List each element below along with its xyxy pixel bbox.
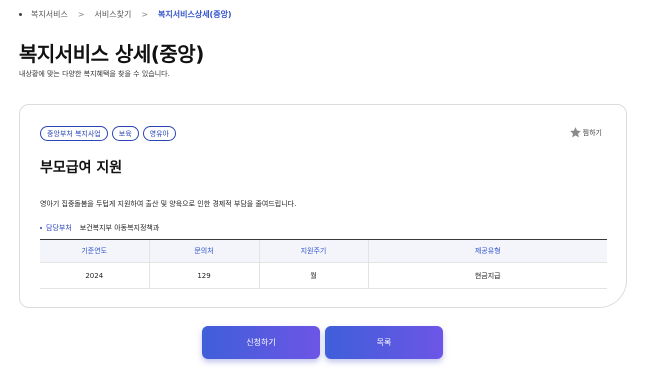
bullet-icon [40,227,42,229]
home-dot-icon [19,13,22,16]
column-header-contact: 문의처 [148,239,259,263]
breadcrumb-item-welfare-service[interactable]: 복지서비스 [31,9,68,20]
table-header-row: 기준연도 문의처 지원주기 제공유형 [40,239,607,263]
breadcrumb-item-find-service[interactable]: 서비스찾기 [95,9,132,20]
chevron-right-icon: > [77,10,85,19]
list-button[interactable]: 목록 [325,326,443,359]
service-title: 부모급여 지원 [40,160,123,176]
breadcrumb: 복지서비스 > 서비스찾기 > 복지서비스상세(중앙) [19,9,232,20]
department-value: 보건복지부 아동복지정책과 [79,224,160,232]
tag-central-ministry: 중앙부처 복지사업 [40,126,108,141]
service-info-table: 기준연도 문의처 지원주기 제공유형 2024 129 월 현금지급 [40,239,607,289]
tag-infant: 영유아 [142,126,176,141]
breadcrumb-current: 복지서비스상세(중앙) [158,10,232,19]
cell-year: 2024 [40,262,149,289]
bookmark-label: 찜하기 [582,128,602,137]
service-detail-card: 중앙부처 복지사업 보육 영유아 찜하기 부모급여 지원 영아기 집중돌봄을 두… [19,104,627,308]
column-header-cycle: 지원주기 [258,239,368,263]
department-label: 담당부처 [46,224,72,232]
star-icon [569,127,581,138]
table-row: 2024 129 월 현금지급 [40,262,607,289]
apply-button[interactable]: 신청하기 [202,326,320,359]
chevron-right-icon: > [141,10,149,19]
column-header-year: 기준연도 [40,239,149,263]
page-description: 내상황에 맞는 다양한 복지혜택을 찾을 수 있습니다. [19,70,170,78]
service-description: 영아기 집중돌봄을 두텁게 지원하여 출산 및 양육으로 인한 경제적 부담을 … [40,200,297,208]
cell-cycle: 월 [258,262,368,289]
tag-childcare: 보육 [111,126,139,141]
cell-contact: 129 [148,262,259,289]
column-header-type: 제공유형 [367,239,607,263]
bookmark-button[interactable]: 찜하기 [569,126,602,139]
page-title: 복지서비스 상세(중앙) [19,42,204,66]
cell-type: 현금지급 [367,262,607,289]
department-info: 담당부처 보건복지부 아동복지정책과 [40,223,159,233]
tag-list: 중앙부처 복지사업 보육 영유아 [40,126,176,141]
